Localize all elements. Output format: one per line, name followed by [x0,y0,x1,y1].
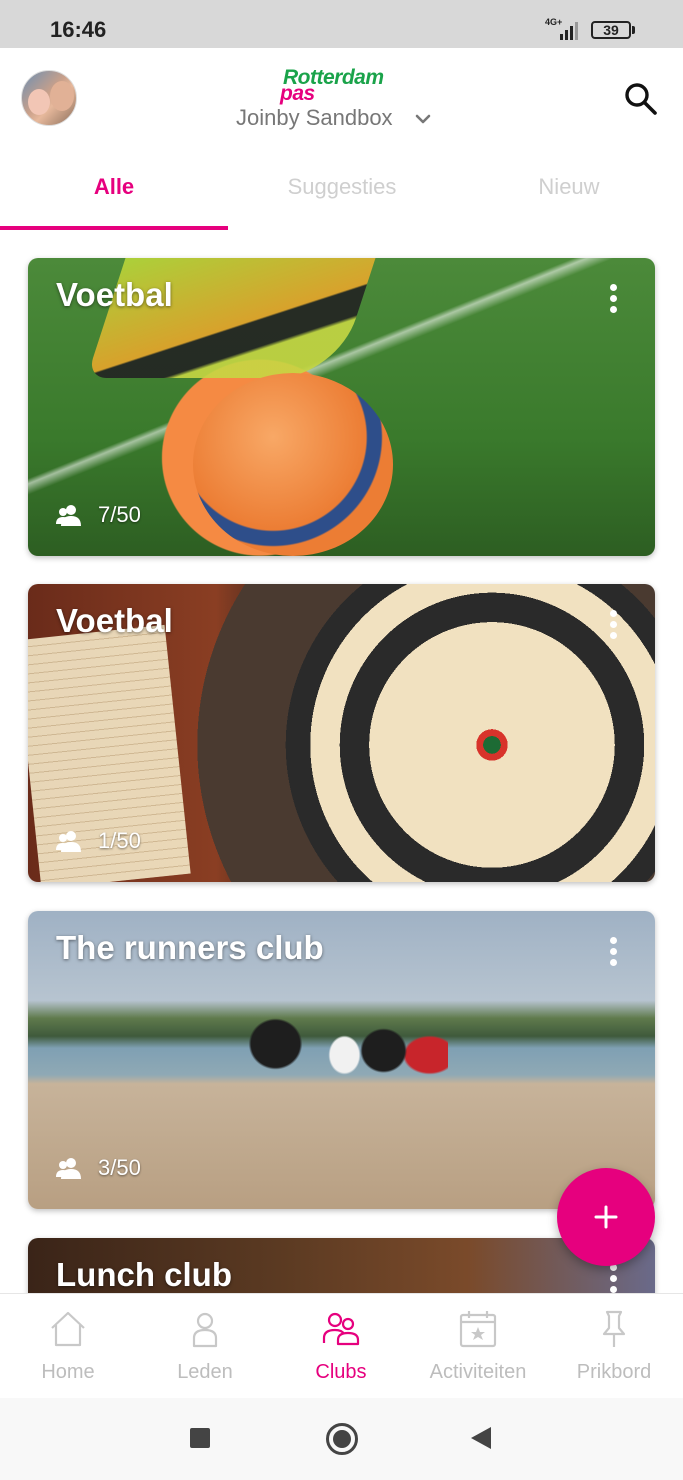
nav-clubs[interactable]: Clubs [273,1294,409,1399]
tab-suggesties[interactable]: Suggesties [228,148,456,230]
app-header: Rotterdam pas Joinby Sandbox [0,48,683,148]
more-vert-icon[interactable] [603,610,623,642]
nav-home[interactable]: Home [0,1294,136,1399]
bottom-navigation: Home Leden Clubs Activiteiten Prikbord [0,1293,683,1398]
member-count-value: 3/50 [98,1155,141,1180]
calendar-icon [459,1311,497,1348]
nav-activiteiten[interactable]: Activiteiten [410,1294,546,1399]
member-count: 3/50 [56,1155,141,1181]
add-club-button[interactable] [557,1168,655,1266]
search-icon[interactable] [620,78,660,118]
nav-prikbord-label: Prikbord [576,1361,652,1383]
people-icon [56,1158,81,1179]
signal-icon [560,22,578,40]
plus-icon [594,1205,618,1229]
more-vert-icon[interactable] [603,284,623,316]
club-title: Lunch club [56,1256,232,1293]
organization-selector[interactable]: Joinby Sandbox [236,105,393,131]
recent-apps-icon[interactable] [190,1428,210,1448]
club-card[interactable]: Lunch club [28,1238,655,1293]
people-icon [56,505,81,526]
home-icon [51,1311,85,1347]
member-count: 1/50 [56,828,141,854]
status-bar: 16:46 4G+ 39 [0,0,683,48]
more-vert-icon[interactable] [603,1264,623,1293]
more-vert-icon[interactable] [603,937,623,969]
group-icon [322,1312,360,1346]
nav-home-label: Home [41,1361,95,1383]
club-card[interactable]: Voetbal 7/50 [28,258,655,556]
nav-leden-label: Leden [177,1361,233,1383]
club-title: Voetbal [56,602,173,639]
pin-icon [602,1310,626,1347]
club-card[interactable]: Voetbal 1/50 [28,584,655,882]
battery-icon: 39 [591,21,631,39]
tab-nieuw[interactable]: Nieuw [455,148,683,230]
clubs-list: Voetbal 7/50 Voetbal 1/50 The runners cl… [0,230,683,1293]
person-icon [192,1312,218,1348]
tab-alle[interactable]: Alle [0,148,228,230]
battery-tip [632,26,635,34]
nav-clubs-label: Clubs [315,1361,367,1383]
member-count-value: 7/50 [98,502,141,527]
club-title: Voetbal [56,276,173,313]
system-navigation-bar [0,1398,683,1480]
chevron-down-icon[interactable] [414,110,432,128]
nav-leden[interactable]: Leden [137,1294,273,1399]
user-avatar[interactable] [21,70,77,126]
back-icon[interactable] [471,1427,491,1449]
status-time: 16:46 [50,17,107,42]
home-system-icon[interactable] [326,1423,358,1455]
logo-text-pas: pas [280,82,315,105]
nav-prikbord[interactable]: Prikbord [546,1294,682,1399]
people-icon [56,831,81,852]
filter-tabs: Alle Suggesties Nieuw [0,148,683,230]
member-count-value: 1/50 [98,828,141,853]
club-card[interactable]: The runners club 3/50 [28,911,655,1209]
club-title: The runners club [56,929,324,966]
nav-activiteiten-label: Activiteiten [429,1361,527,1383]
member-count: 7/50 [56,502,141,528]
